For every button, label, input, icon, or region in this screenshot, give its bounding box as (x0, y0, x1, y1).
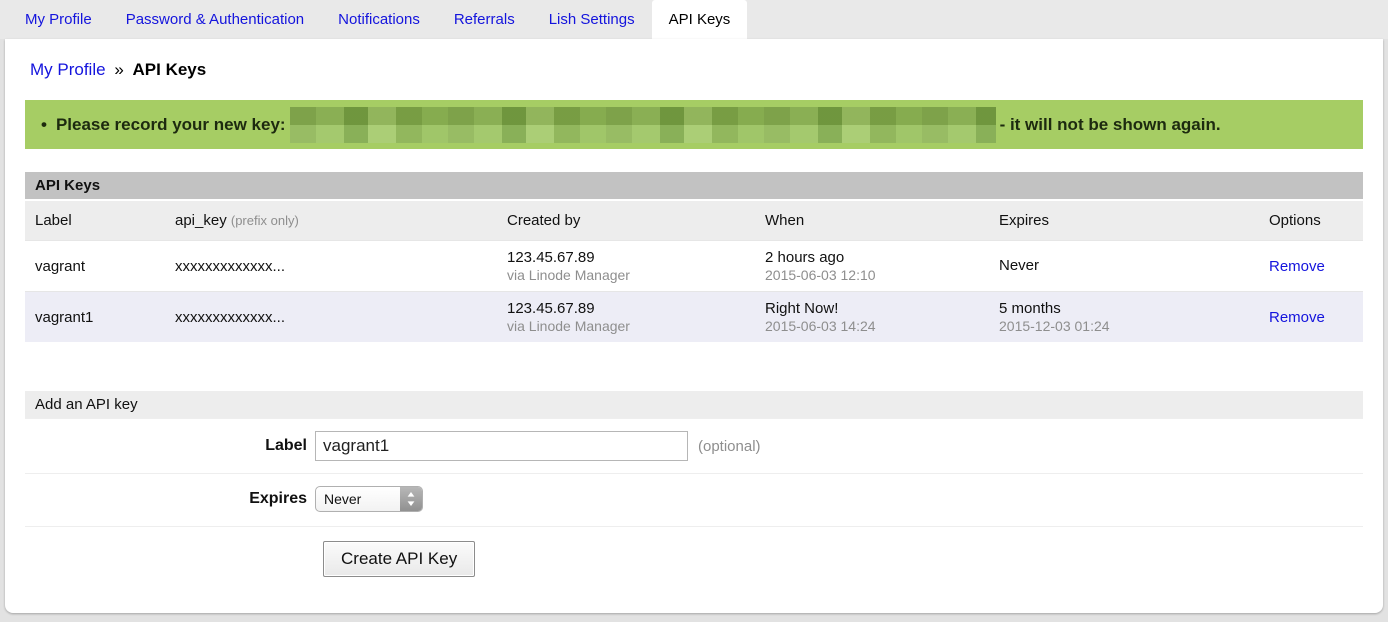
api-keys-table: API Keys Label api_key (prefix only) Cre… (25, 172, 1363, 342)
cell-when-date: 2015-06-03 12:10 (765, 267, 979, 283)
cell-when-date: 2015-06-03 14:24 (765, 318, 979, 334)
cell-options: Remove (1259, 301, 1363, 334)
remove-key-link[interactable]: Remove (1269, 309, 1325, 326)
label-input[interactable] (315, 431, 688, 461)
breadcrumb: My Profile » API Keys (25, 60, 1363, 80)
create-api-key-button[interactable]: Create API Key (323, 541, 475, 577)
submit-row: Create API Key (25, 526, 1363, 577)
breadcrumb-separator: » (114, 60, 123, 79)
form-title: Add an API key (25, 391, 1363, 418)
tab-notifications[interactable]: Notifications (321, 0, 437, 39)
cell-created-via: via Linode Manager (507, 318, 745, 334)
alert-text-suffix: - it will not be shown again. (1000, 115, 1221, 135)
cell-when: Right Now! 2015-06-03 14:24 (755, 292, 989, 342)
remove-key-link[interactable]: Remove (1269, 258, 1325, 275)
tab-password-authentication[interactable]: Password & Authentication (109, 0, 321, 39)
cell-expires: 5 months 2015-12-03 01:24 (989, 292, 1259, 342)
cell-label: vagrant (25, 250, 165, 283)
tab-api-keys[interactable]: API Keys (652, 0, 748, 39)
label-field-row: Label (optional) (25, 418, 1363, 473)
content-panel: My Profile » API Keys • Please record yo… (5, 39, 1383, 613)
column-header-api-key-hint: (prefix only) (231, 213, 299, 228)
cell-created-by: 123.45.67.89 via Linode Manager (497, 241, 755, 291)
column-header-label: Label (25, 201, 165, 240)
label-optional-hint: (optional) (698, 438, 761, 455)
page-title: API Keys (133, 60, 207, 79)
cell-api-key: xxxxxxxxxxxxx... (165, 301, 497, 334)
cell-expires: Never (989, 249, 1259, 283)
alert-text-prefix: Please record your new key: (56, 115, 286, 135)
select-stepper-icon (400, 486, 422, 512)
cell-expires-date: 2015-12-03 01:24 (999, 318, 1249, 334)
cell-when: 2 hours ago 2015-06-03 12:10 (755, 241, 989, 291)
cell-created-via: via Linode Manager (507, 267, 745, 283)
expires-select[interactable]: Never (315, 486, 423, 512)
tab-lish-settings[interactable]: Lish Settings (532, 0, 652, 39)
tab-my-profile[interactable]: My Profile (8, 0, 109, 39)
cell-created-by: 123.45.67.89 via Linode Manager (497, 292, 755, 342)
tab-bar: My Profile Password & Authentication Not… (0, 0, 1388, 39)
table-header-row: Label api_key (prefix only) Created by W… (25, 201, 1363, 240)
expires-field-row: Expires Never (25, 473, 1363, 524)
column-header-options: Options (1259, 201, 1363, 240)
redacted-api-key (290, 107, 996, 143)
table-row: vagrant xxxxxxxxxxxxx... 123.45.67.89 vi… (25, 240, 1363, 291)
cell-options: Remove (1259, 250, 1363, 283)
breadcrumb-my-profile-link[interactable]: My Profile (30, 60, 106, 79)
column-header-api-key: api_key (prefix only) (165, 201, 497, 240)
table-title: API Keys (25, 172, 1363, 199)
column-header-created-by: Created by (497, 201, 755, 240)
new-key-alert: • Please record your new key: - it will … (25, 100, 1363, 149)
table-row: vagrant1 xxxxxxxxxxxxx... 123.45.67.89 v… (25, 291, 1363, 342)
tab-referrals[interactable]: Referrals (437, 0, 532, 39)
column-header-expires: Expires (989, 201, 1259, 240)
column-header-when: When (755, 201, 989, 240)
expires-selected-value: Never (316, 491, 400, 507)
add-api-key-form: Add an API key Label (optional) Expires … (25, 391, 1363, 577)
label-field-caption: Label (25, 437, 315, 455)
cell-label: vagrant1 (25, 301, 165, 334)
expires-field-caption: Expires (25, 490, 315, 508)
cell-api-key: xxxxxxxxxxxxx... (165, 250, 497, 283)
alert-bullet: • (41, 115, 47, 135)
